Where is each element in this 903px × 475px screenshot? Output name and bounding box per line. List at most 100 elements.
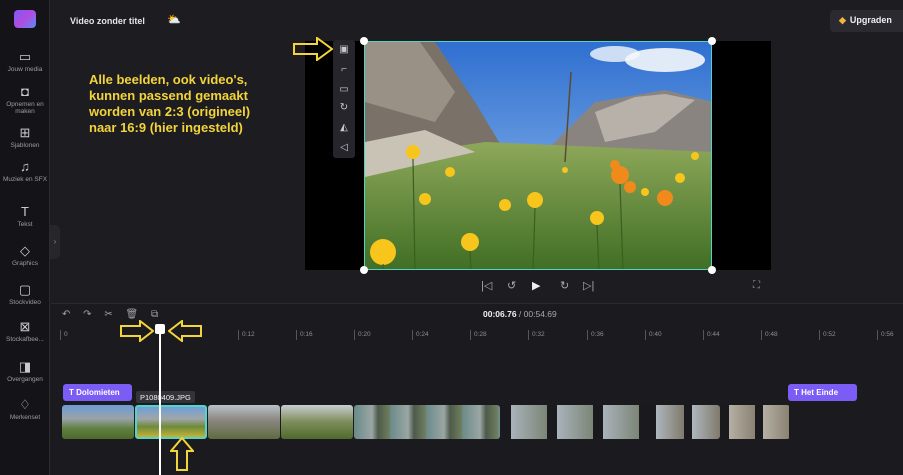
sidebar-item-label: Overgangen bbox=[7, 376, 43, 383]
timeline-toolbar: ↶ ↷ ✂ 🗑 ⧉ bbox=[62, 309, 168, 320]
app-logo bbox=[14, 10, 36, 28]
sidebar-item-label: Merkenset bbox=[9, 414, 41, 421]
skip-start-icon[interactable]: |◁ bbox=[481, 279, 492, 292]
templates-icon: ⊞ bbox=[19, 125, 31, 140]
video-clip[interactable] bbox=[208, 405, 280, 439]
ruler-tick: 0:20 bbox=[354, 330, 371, 340]
text-clip-het-einde[interactable]: T Het Einde bbox=[788, 384, 857, 401]
duplicate-icon[interactable]: ⧉ bbox=[151, 309, 158, 320]
selected-clip-name: P1080409.JPG bbox=[136, 391, 195, 403]
flip-icon[interactable]: ◭ bbox=[333, 122, 355, 133]
ruler-tick: 0:56 bbox=[877, 330, 894, 340]
text-icon: T bbox=[794, 388, 799, 397]
ruler-tick: 0:52 bbox=[819, 330, 836, 340]
skip-end-icon[interactable]: ▷| bbox=[583, 279, 594, 292]
crop-icon[interactable]: ⌐ bbox=[333, 64, 355, 75]
ruler-tick: 0:16 bbox=[296, 330, 313, 340]
video-clip-selected[interactable] bbox=[135, 405, 207, 439]
video-clip[interactable] bbox=[354, 405, 500, 439]
resize-handle-bottom-left[interactable] bbox=[360, 266, 368, 274]
clipchamp-editor: ▭ Jouw media ◘ Opnemen en maken ⊞ Sjablo… bbox=[0, 0, 903, 475]
sidebar-collapse-toggle[interactable]: › bbox=[50, 225, 60, 259]
play-icon[interactable]: ▶ bbox=[532, 279, 540, 292]
total-time: 00:54.69 bbox=[523, 309, 557, 319]
sidebar-item-templates[interactable]: ⊞ Sjablonen bbox=[0, 125, 50, 150]
adjust-icon[interactable]: ◁ bbox=[333, 142, 355, 153]
video-clip[interactable] bbox=[648, 405, 720, 439]
sidebar-item-label: Tekst bbox=[17, 221, 33, 228]
annotation-arrow-left-small bbox=[168, 320, 202, 342]
sidebar-item-label: Jouw media bbox=[7, 66, 43, 73]
transition-icon: ◨ bbox=[18, 359, 32, 374]
image-icon: ⊠ bbox=[19, 319, 31, 334]
playhead[interactable] bbox=[159, 326, 161, 475]
shapes-icon: ◇ bbox=[20, 243, 30, 258]
split-icon[interactable]: ✂ bbox=[104, 309, 112, 320]
text-clip-label: Dolomieten bbox=[76, 388, 120, 397]
annotation-arrow-right bbox=[293, 37, 333, 61]
brand-icon: ♢ bbox=[19, 397, 31, 412]
sidebar-item-brandkit[interactable]: ♢ Merkenset bbox=[0, 397, 50, 422]
text-icon: T bbox=[69, 388, 74, 397]
time-separator: / bbox=[516, 309, 524, 319]
preview-image[interactable] bbox=[364, 41, 712, 270]
sidebar-item-media[interactable]: ▭ Jouw media bbox=[0, 49, 50, 74]
annotation-arrow-up bbox=[170, 437, 194, 471]
sidebar-item-music[interactable]: ♫ Muziek en SFX bbox=[0, 159, 50, 184]
folder-icon: ▭ bbox=[18, 49, 32, 64]
video-clip[interactable] bbox=[721, 405, 790, 439]
rewind-5s-icon[interactable]: ↺ bbox=[507, 279, 516, 292]
camera-icon: ◘ bbox=[21, 84, 29, 99]
sidebar-item-graphics[interactable]: ◇ Graphics bbox=[0, 243, 50, 268]
film-icon: ▢ bbox=[18, 282, 32, 297]
video-clip[interactable] bbox=[62, 405, 134, 439]
upgrade-label: Upgraden bbox=[849, 15, 892, 25]
annotation-arrow-right-small bbox=[120, 320, 154, 342]
ruler-tick: 0:48 bbox=[761, 330, 778, 340]
sidebar-item-transitions[interactable]: ◨ Overgangen bbox=[0, 359, 50, 384]
upgrade-button[interactable]: ◆ Upgraden bbox=[830, 10, 903, 32]
sidebar-item-label: Stockafbee... bbox=[6, 336, 44, 343]
fullscreen-icon[interactable]: ⛶ bbox=[753, 280, 760, 291]
playhead-handle[interactable] bbox=[155, 324, 165, 334]
pip-icon[interactable]: ▭ bbox=[333, 84, 355, 95]
sidebar: ▭ Jouw media ◘ Opnemen en maken ⊞ Sjablo… bbox=[0, 0, 50, 475]
sidebar-item-label: Sjablonen bbox=[10, 142, 40, 149]
sidebar-item-label: Opnemen en maken bbox=[6, 101, 44, 115]
sidebar-item-text[interactable]: T Tekst bbox=[0, 204, 50, 229]
current-time: 00:06.76 bbox=[483, 309, 517, 319]
ruler-tick: 0:24 bbox=[412, 330, 429, 340]
ruler-tick: 0:12 bbox=[238, 330, 255, 340]
forward-5s-icon[interactable]: ↻ bbox=[560, 279, 569, 292]
diamond-icon: ◆ bbox=[839, 15, 846, 25]
sidebar-item-stockimages[interactable]: ⊠ Stockafbee... bbox=[0, 319, 50, 344]
text-icon: T bbox=[21, 204, 29, 219]
timecode: 00:06.76 / 00:54.69 bbox=[483, 309, 557, 319]
sidebar-item-record[interactable]: ◘ Opnemen en maken bbox=[0, 84, 50, 116]
ruler-tick: 0:44 bbox=[703, 330, 720, 340]
ruler-tick: 0 bbox=[60, 330, 68, 340]
undo-icon[interactable]: ↶ bbox=[62, 309, 70, 320]
text-clip-dolomieten[interactable]: T Dolomieten bbox=[63, 384, 132, 401]
ruler-tick: 0:40 bbox=[645, 330, 662, 340]
delete-icon[interactable]: 🗑 bbox=[126, 309, 139, 320]
video-clip[interactable] bbox=[281, 405, 353, 439]
resize-handle-top-right[interactable] bbox=[708, 37, 716, 45]
rotate-icon[interactable]: ↻ bbox=[333, 102, 355, 113]
ruler-tick: 0:36 bbox=[587, 330, 604, 340]
sidebar-item-label: Muziek en SFX bbox=[2, 176, 48, 183]
sidebar-item-label: Graphics bbox=[11, 260, 38, 267]
resize-handle-bottom-right[interactable] bbox=[708, 266, 716, 274]
text-clip-label: Het Einde bbox=[801, 388, 839, 397]
cloud-off-icon: ⛅ bbox=[167, 14, 181, 26]
resize-handle-top-left[interactable] bbox=[360, 37, 368, 45]
redo-icon[interactable]: ↷ bbox=[83, 309, 91, 320]
sidebar-item-label: Stockvideo bbox=[9, 299, 41, 306]
music-icon: ♫ bbox=[20, 159, 30, 174]
ruler-tick: 0:32 bbox=[528, 330, 545, 340]
video-preview[interactable] bbox=[305, 37, 771, 274]
video-clip[interactable] bbox=[501, 405, 647, 439]
project-title[interactable]: Video zonder titel bbox=[70, 16, 145, 26]
sidebar-item-stockvideo[interactable]: ▢ Stockvideo bbox=[0, 282, 50, 307]
fit-icon[interactable]: ▣ bbox=[333, 44, 355, 55]
